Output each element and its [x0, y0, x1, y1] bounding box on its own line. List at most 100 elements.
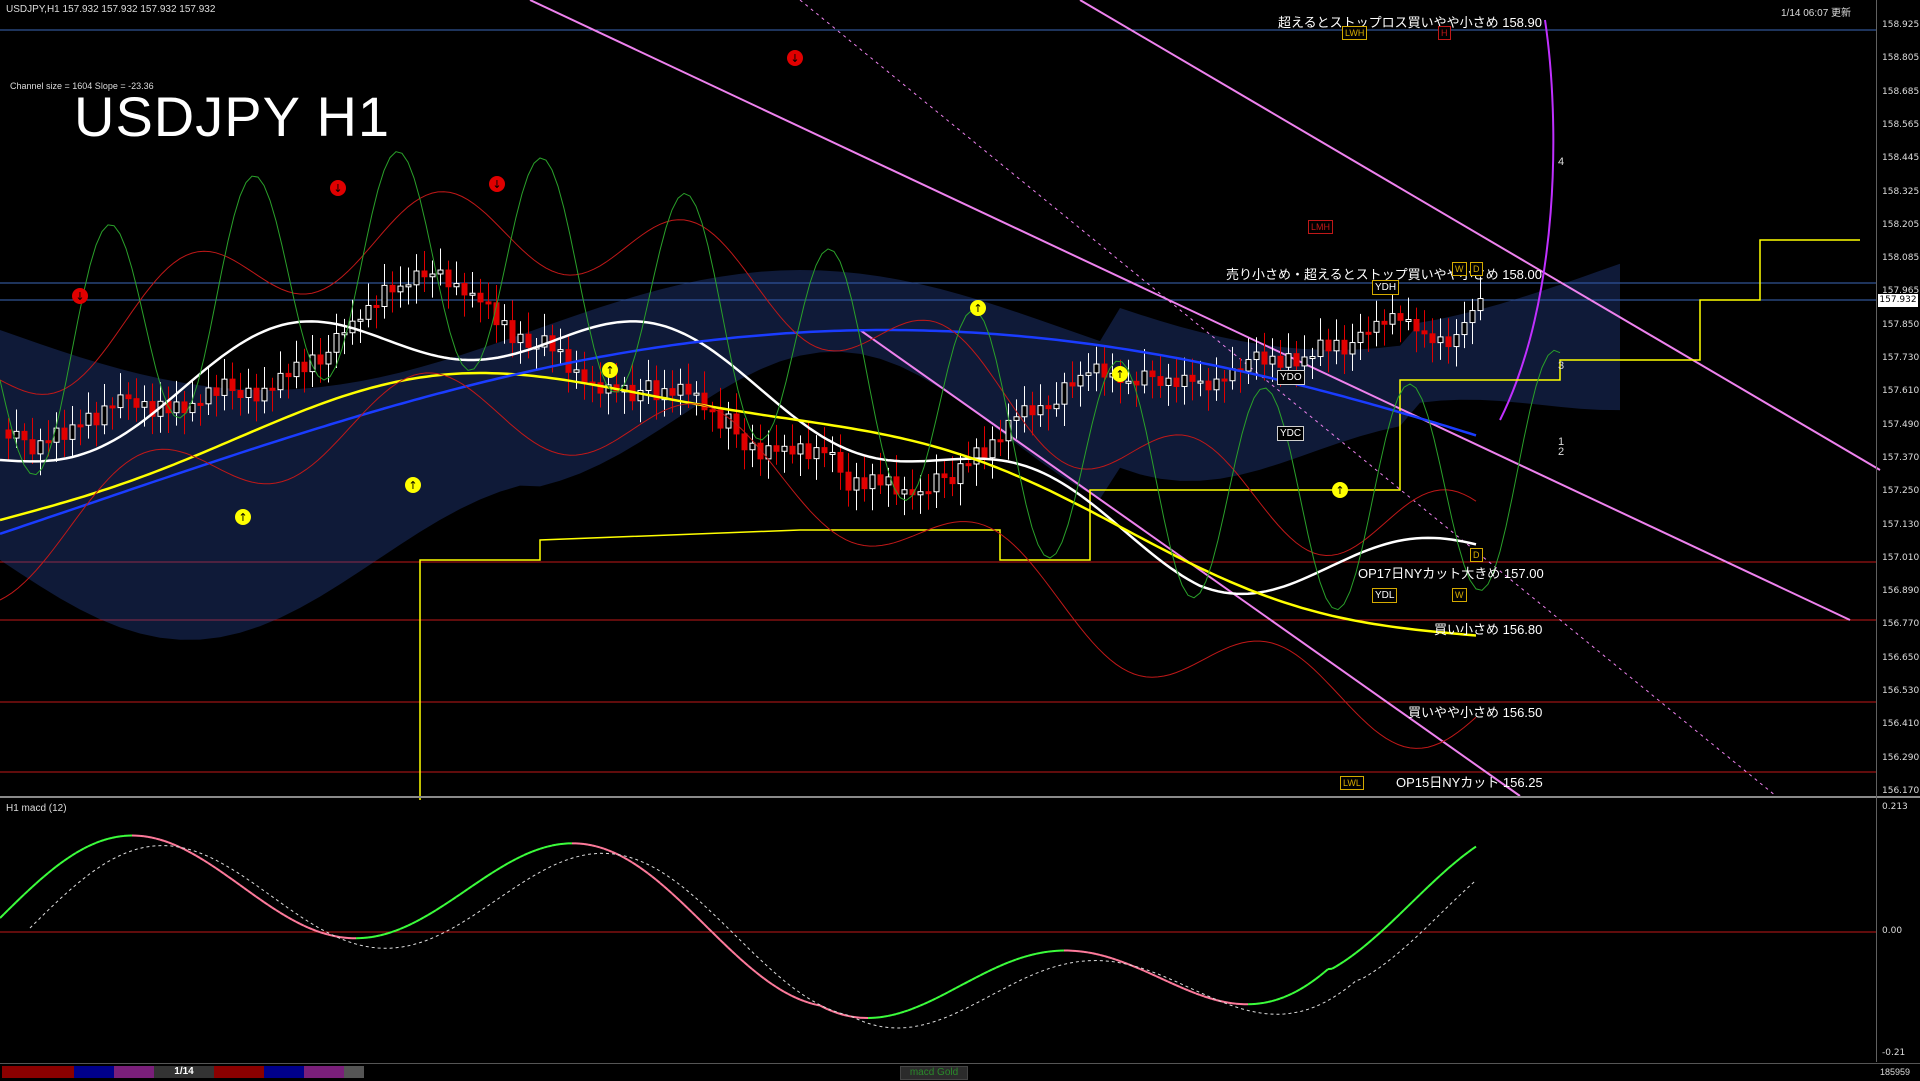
macd-line-segment — [100, 840, 104, 841]
macd-line-segment — [1320, 973, 1324, 976]
macd-line-segment — [1032, 954, 1036, 955]
macd-line-segment — [228, 877, 232, 880]
candle-body — [86, 413, 91, 425]
signal-arrow-glyph: ↓ — [492, 178, 501, 191]
macd-line-segment — [660, 883, 664, 886]
d-tag: D — [1470, 262, 1483, 276]
macd-line-segment — [1108, 957, 1112, 958]
macd-line-segment — [1084, 952, 1088, 953]
macd-line-segment — [792, 996, 796, 998]
macd-line-segment — [748, 966, 752, 969]
candle-body — [1254, 352, 1259, 359]
macd-line-segment — [920, 1004, 924, 1006]
macd-line-segment — [452, 897, 456, 900]
candle-body — [134, 399, 139, 408]
candle-body — [438, 270, 443, 274]
signal-arrow-glyph: ↓ — [75, 290, 84, 303]
candle-body — [1022, 406, 1027, 417]
candle-body — [782, 446, 787, 451]
candle-body — [1134, 381, 1139, 385]
candle-body — [1270, 356, 1275, 364]
macd-line-segment — [1304, 984, 1308, 987]
candle-body — [214, 388, 219, 396]
macd-line-segment — [104, 839, 108, 840]
macd-line-segment — [1288, 994, 1292, 996]
macd-line-segment — [232, 879, 236, 882]
candle-body — [1062, 383, 1067, 404]
macd-line-segment — [64, 858, 68, 861]
candle-body — [1174, 378, 1179, 386]
macd-line-segment — [216, 868, 220, 871]
macd-line-segment — [1188, 990, 1192, 992]
macd-line-segment — [1008, 961, 1012, 963]
macd-line-segment — [684, 905, 688, 909]
candle-body — [302, 362, 307, 371]
date-tab[interactable]: 1/14 — [154, 1066, 214, 1078]
candle-body — [1462, 323, 1467, 335]
candle-body — [1478, 299, 1483, 311]
macd-line-segment — [284, 915, 288, 917]
macd-line-segment — [776, 987, 780, 990]
candle-body — [1102, 364, 1107, 377]
macd-line-segment — [1276, 999, 1280, 1000]
update-datetime: 1/14 06:07 更新 — [1781, 4, 1851, 19]
macd-line-segment — [1200, 995, 1204, 996]
macd-line-segment — [280, 913, 284, 915]
macd-line-segment — [1092, 953, 1096, 954]
candle-body — [1470, 311, 1475, 323]
macd-line-segment — [1168, 982, 1172, 984]
macd-line-segment — [1004, 963, 1008, 965]
candle-body — [6, 430, 11, 438]
macd-line-segment — [532, 850, 536, 852]
candle-body — [382, 285, 387, 306]
macd-line-segment — [1420, 891, 1424, 895]
signal-arrow-glyph: ↓ — [790, 52, 799, 65]
candle-body — [1294, 354, 1299, 366]
macd-line-segment — [760, 975, 764, 978]
macd-line-segment — [528, 852, 532, 854]
macd-line-segment — [456, 894, 460, 897]
macd-line-segment — [1152, 974, 1156, 976]
candle-body — [1446, 337, 1451, 347]
candle-body — [454, 283, 459, 286]
macd-line-segment — [724, 944, 728, 948]
macd-panel[interactable] — [0, 798, 1876, 1062]
lwl-tag: LWL — [1340, 776, 1364, 790]
macd-line-segment — [372, 936, 376, 937]
macd-line-segment — [736, 955, 740, 959]
macd-line-segment — [0, 914, 4, 918]
candle-body — [702, 393, 707, 410]
color-segment — [2, 1066, 74, 1078]
macd-line-segment — [1296, 989, 1300, 991]
candle-body — [182, 402, 187, 413]
macd-line-segment — [312, 929, 316, 931]
macd-line-segment — [1292, 992, 1296, 994]
macd-line-segment — [1432, 879, 1436, 883]
macd-line-segment — [40, 876, 44, 879]
macd-line-segment — [220, 871, 224, 874]
macd-line-segment — [1452, 862, 1456, 865]
indicator-tab[interactable]: macd Gold — [900, 1066, 968, 1080]
macd-line-segment — [1284, 995, 1288, 997]
macd-line-segment — [1088, 952, 1092, 953]
macd-line-segment — [956, 986, 960, 988]
macd-line-segment — [544, 846, 548, 847]
macd-line-segment — [732, 951, 736, 955]
macd-line-segment — [392, 931, 396, 932]
candle-body — [1094, 364, 1099, 373]
price-tick: 156.170 — [1882, 786, 1919, 796]
macd-line-segment — [464, 889, 468, 892]
macd-line-segment — [904, 1010, 908, 1011]
macd-line-segment — [1312, 979, 1316, 982]
macd-line-segment — [416, 920, 420, 922]
candle-body — [94, 413, 99, 425]
macd-line-segment — [944, 992, 948, 994]
macd-line-segment — [796, 998, 800, 1000]
channel-marker-3: 3 — [1558, 360, 1564, 372]
macd-line-segment — [940, 994, 944, 996]
macd-line-segment — [384, 933, 388, 934]
macd-line-segment — [656, 880, 660, 883]
macd-line-segment — [516, 857, 520, 859]
macd-line-segment — [236, 882, 240, 885]
macd-line-segment — [1416, 895, 1420, 899]
